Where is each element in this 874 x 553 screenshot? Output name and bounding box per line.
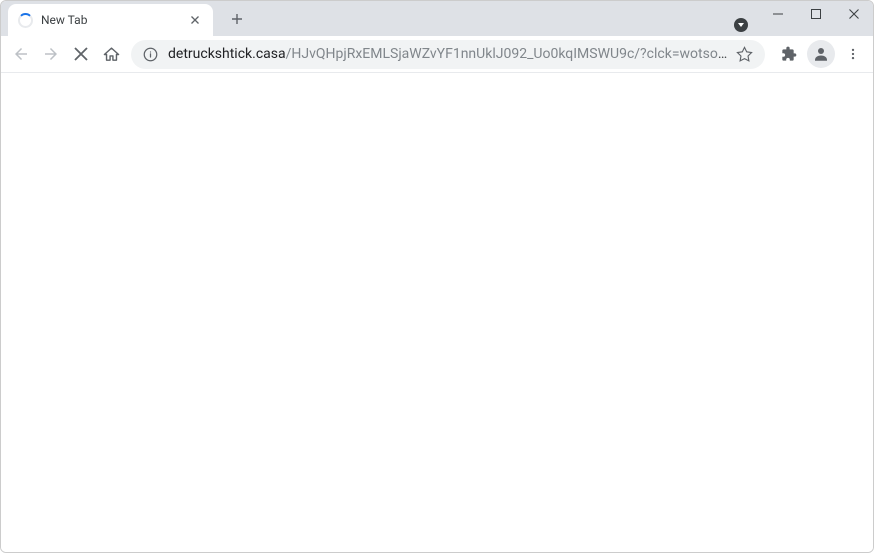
home-button[interactable] <box>97 40 125 68</box>
new-tab-button[interactable] <box>223 5 251 33</box>
page-content <box>1 73 873 552</box>
url-text: detruckshtick.casa/HJvQHpjRxEMLSjaWZvYF1… <box>168 46 728 62</box>
url-domain: detruckshtick.casa <box>168 46 286 62</box>
stop-button[interactable] <box>67 40 95 68</box>
site-info-icon[interactable] <box>143 47 158 62</box>
toolbar-right <box>771 40 867 68</box>
toolbar: detruckshtick.casa/HJvQHpjRxEMLSjaWZvYF1… <box>1 36 873 73</box>
profile-button[interactable] <box>807 40 835 68</box>
tab-strip: New Tab <box>1 1 873 36</box>
extensions-button[interactable] <box>775 40 803 68</box>
menu-button[interactable] <box>839 40 867 68</box>
media-badge-icon[interactable] <box>734 18 748 32</box>
minimize-button[interactable] <box>759 1 797 27</box>
maximize-button[interactable] <box>797 1 835 27</box>
browser-window: New Tab <box>0 0 874 553</box>
loading-spinner-icon <box>18 13 33 28</box>
bookmark-star-icon[interactable] <box>736 46 753 63</box>
tab-title: New Tab <box>41 13 187 27</box>
url-path: /HJvQHpjRxEMLSjaWZvYF1nnUklJ092_Uo0kqIMS… <box>286 46 728 62</box>
forward-button[interactable] <box>37 40 65 68</box>
browser-tab[interactable]: New Tab <box>8 4 213 36</box>
close-window-button[interactable] <box>835 1 873 27</box>
address-bar[interactable]: detruckshtick.casa/HJvQHpjRxEMLSjaWZvYF1… <box>131 40 765 69</box>
window-controls <box>759 1 873 31</box>
close-tab-button[interactable] <box>187 12 203 28</box>
back-button[interactable] <box>7 40 35 68</box>
